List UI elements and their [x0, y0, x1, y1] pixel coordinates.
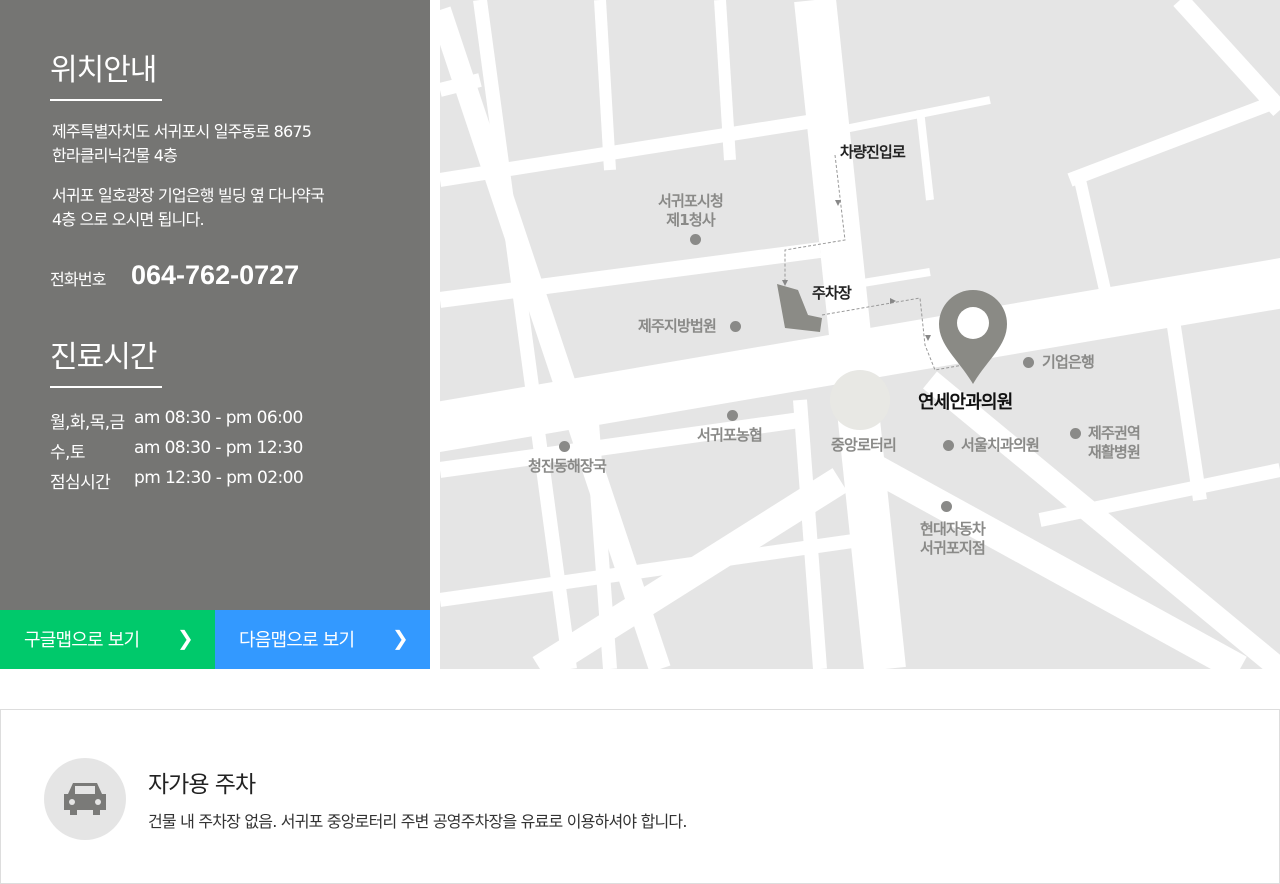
google-map-button[interactable]: 구글맵으로 보기 ❯	[0, 610, 215, 669]
poi-dot	[690, 234, 701, 245]
google-map-label: 구글맵으로 보기	[24, 630, 140, 651]
hours-time: am 08:30 - pm 06:00	[134, 408, 303, 428]
map-label-parking: 주차장	[812, 284, 852, 302]
hours-row: 점심시간 pm 12:30 - pm 02:00	[50, 468, 304, 493]
daum-map-label: 다음맵으로 보기	[239, 630, 355, 651]
map-label-entry: 차량진입로	[840, 143, 906, 161]
map-label-hyundai: 현대자동차 서귀포지점	[920, 520, 986, 557]
parking-description: 건물 내 주차장 없음. 서귀포 중앙로터리 주변 공영주차장을 유료로 이용하…	[148, 812, 687, 831]
directions-line-1: 서귀포 일호광장 기업은행 빌딩 옆 다나약국	[52, 186, 325, 205]
address-line-1: 제주특별자치도 서귀포시 일주동로 8675	[52, 122, 312, 141]
map-image: 차량진입로 주차장 연세안과의원 서귀포시청 제1청사 제주지방법원 기업은행 서…	[440, 0, 1280, 669]
daum-map-button[interactable]: 다음맵으로 보기 ❯	[215, 610, 430, 669]
map-label-cheongjin: 청진동해장국	[528, 457, 607, 475]
chevron-right-icon: ❯	[392, 626, 409, 650]
poi-dot	[730, 321, 741, 332]
map-label-rotary: 중앙로터리	[831, 436, 897, 454]
poi-dot	[559, 441, 570, 452]
poi-dot	[943, 440, 954, 451]
hours-title: 진료시간	[50, 332, 162, 388]
poi-dot	[727, 410, 738, 421]
map-label-nonghyup: 서귀포농협	[697, 426, 763, 444]
map-label-clinic: 연세안과의원	[918, 392, 1013, 413]
poi-dot	[1070, 428, 1081, 439]
poi-dot	[1023, 357, 1034, 368]
map-roads	[440, 0, 1280, 669]
map-label-ibk: 기업은행	[1042, 353, 1095, 371]
chevron-right-icon: ❯	[177, 626, 194, 650]
hours-time: am 08:30 - pm 12:30	[134, 438, 303, 458]
hours-day: 수,토	[50, 443, 85, 463]
poi-dot	[941, 501, 952, 512]
hours-row: 수,토 am 08:30 - pm 12:30	[50, 438, 303, 463]
address-line-2: 한라클리닉건물 4층	[52, 146, 178, 165]
phone-number: 064-762-0727	[131, 260, 300, 290]
hours-day: 월,화,목,금	[50, 413, 125, 433]
map-label-court: 제주지방법원	[638, 317, 717, 335]
map-label-dental: 서울치과의원	[961, 436, 1040, 454]
map-label-rehab: 제주권역 재활병원	[1088, 424, 1141, 461]
location-title: 위치안내	[50, 45, 162, 101]
hours-time: pm 12:30 - pm 02:00	[134, 468, 304, 488]
parking-info: 자가용 주차 건물 내 주차장 없음. 서귀포 중앙로터리 주변 공영주차장을 …	[0, 709, 1280, 884]
hours-row: 월,화,목,금 am 08:30 - pm 06:00	[50, 408, 303, 433]
phone-label: 전화번호	[50, 270, 106, 289]
info-panel: 위치안내 제주특별자치도 서귀포시 일주동로 8675 한라클리닉건물 4층 서…	[0, 0, 430, 669]
map-label-city-hall: 서귀포시청 제1청사	[658, 192, 724, 229]
parking-title: 자가용 주차	[148, 772, 256, 798]
directions-line-2: 4층 으로 오시면 됩니다.	[52, 210, 205, 229]
car-icon	[44, 758, 126, 840]
hours-day: 점심시간	[50, 473, 111, 493]
